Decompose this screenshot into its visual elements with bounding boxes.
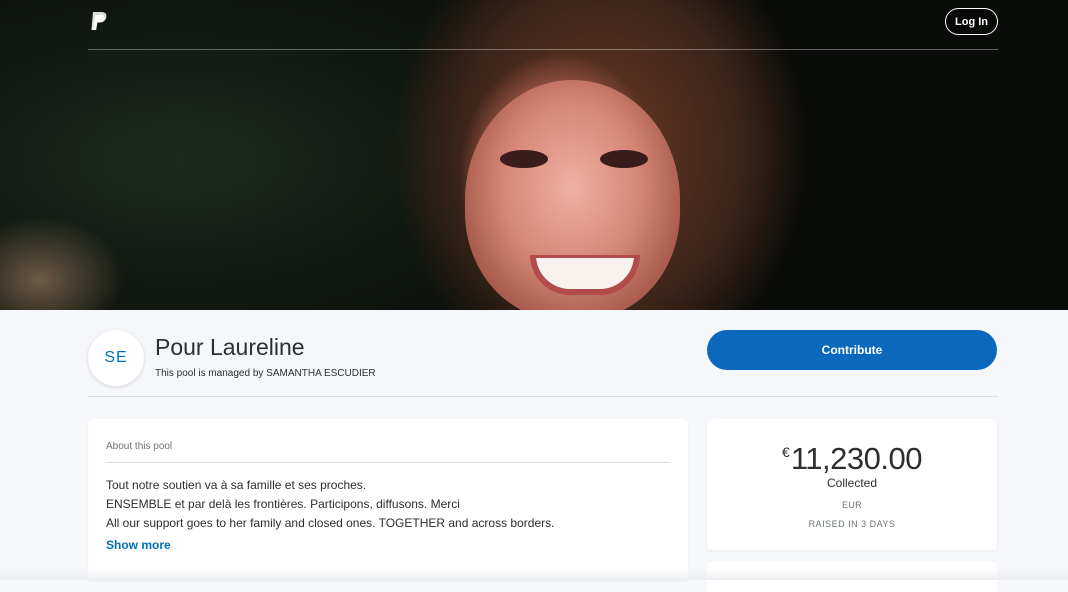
header-divider (88, 49, 998, 50)
about-line: ENSEMBLE et par delà les frontières. Par… (106, 497, 460, 511)
contribute-button[interactable]: Contribute (707, 330, 997, 370)
avatar: SE (88, 330, 144, 386)
currency-symbol: € (782, 444, 790, 460)
about-card: About this pool Tout notre soutien va à … (88, 419, 688, 580)
hero-banner: Log In (0, 0, 1068, 310)
hero-photo-detail (600, 150, 648, 168)
collected-label: Collected (826, 476, 878, 490)
about-line: Tout notre soutien va à sa famille et se… (106, 478, 367, 492)
page-title: Pour Laureline (155, 334, 305, 360)
about-heading: About this pool (106, 441, 670, 463)
pool-manager-text: This pool is managed by SAMANTHA ESCUDIE… (155, 368, 376, 379)
login-button[interactable]: Log In (945, 8, 998, 35)
raised-duration: RAISED IN 3 DAYS (808, 519, 896, 529)
currency-code: EUR (842, 500, 862, 510)
about-description: Tout notre soutien va à sa famille et se… (106, 476, 670, 533)
amount-value: 11,230.00 (790, 441, 923, 476)
paypal-logo-icon[interactable] (86, 10, 110, 34)
show-more-link[interactable]: Show more (106, 538, 171, 552)
about-line: All our support goes to her family and c… (106, 516, 555, 530)
collected-amount: €11,230.00 (707, 441, 997, 477)
hero-photo-detail (500, 150, 548, 168)
bottom-fade (0, 568, 1068, 580)
pool-header: SE Pour Laureline This pool is managed b… (88, 310, 998, 397)
collected-card: €11,230.00 Collected EUR RAISED IN 3 DAY… (707, 419, 997, 550)
